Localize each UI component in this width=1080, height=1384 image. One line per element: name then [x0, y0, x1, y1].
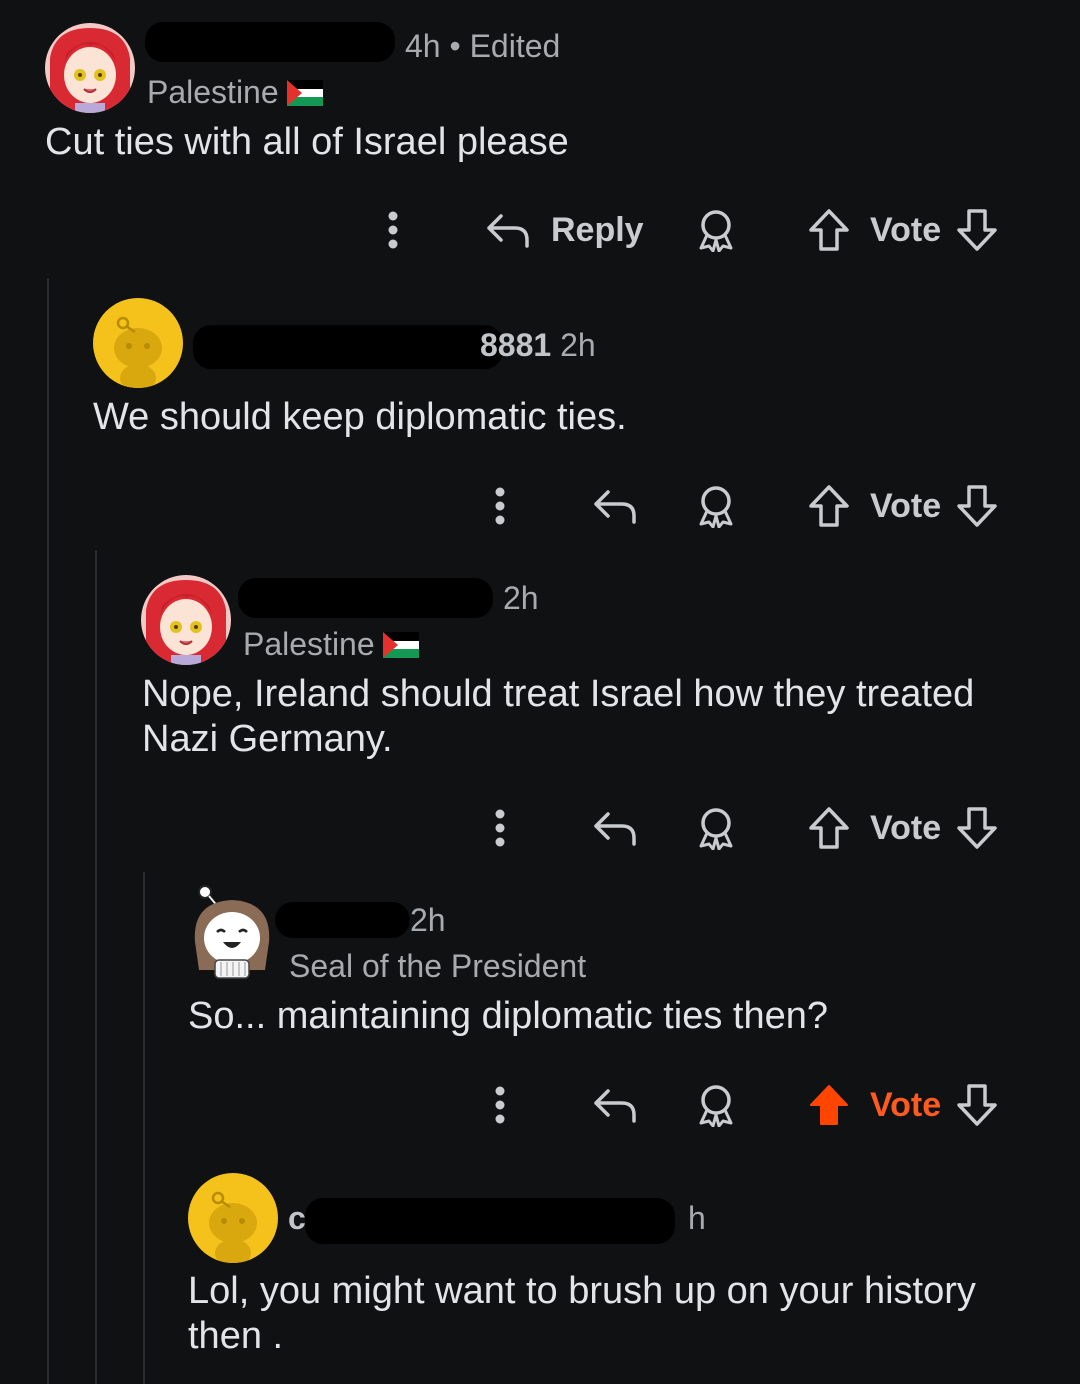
comment-body-line-1: Lol, you might want to brush up on your … — [188, 1270, 976, 1312]
comment-meta: 2h — [503, 580, 539, 617]
comment-actions: Reply Vote — [0, 200, 1080, 260]
reply-button[interactable] — [592, 798, 638, 858]
award-icon — [699, 486, 733, 528]
award-button[interactable] — [695, 798, 737, 858]
award-icon — [699, 808, 733, 850]
timestamp: 2h — [410, 902, 446, 938]
more-dots-icon — [495, 809, 505, 847]
user-flair: Seal of the President — [289, 948, 586, 985]
snoo-avatar[interactable] — [93, 298, 183, 388]
vote-label: Vote — [870, 210, 942, 249]
vote-label: Vote — [870, 1085, 942, 1124]
upvote-button[interactable] — [808, 476, 850, 536]
snoo-avatar[interactable] — [188, 1173, 278, 1263]
downvote-arrow-icon — [957, 807, 997, 849]
redacted-username — [145, 22, 395, 62]
edited-label: Edited — [469, 28, 561, 64]
award-button[interactable] — [695, 200, 737, 260]
anime-avatar[interactable] — [141, 575, 231, 665]
upvote-button[interactable] — [808, 200, 850, 260]
username-fragment[interactable]: c — [288, 1200, 306, 1236]
downvote-button[interactable] — [956, 1075, 998, 1135]
comment-body-line-1: Nope, Ireland should treat Israel how th… — [142, 673, 975, 715]
comment-meta: 2h — [410, 902, 446, 939]
comment-body: So... maintaining diplomatic ties then? — [188, 995, 829, 1037]
reply-arrow-icon — [487, 214, 529, 248]
timestamp: 2h — [560, 327, 596, 363]
user-flair: Palestine — [147, 74, 323, 111]
award-button[interactable] — [695, 476, 737, 536]
timestamp: 2h — [503, 580, 539, 616]
more-dots-icon — [495, 1086, 505, 1124]
downvote-arrow-icon — [957, 485, 997, 527]
flair-label: Seal of the President — [289, 948, 587, 984]
upvote-button[interactable] — [808, 798, 850, 858]
vote-count: Vote — [870, 476, 941, 536]
reply-button[interactable] — [592, 1075, 638, 1135]
flair-label: Palestine — [243, 626, 375, 662]
reply-label: Reply — [551, 210, 644, 249]
palestine-flag-icon — [382, 631, 419, 658]
redacted-username — [193, 325, 503, 369]
more-options-button[interactable] — [378, 200, 408, 260]
username-fragment[interactable]: 8881 — [480, 327, 551, 363]
comment-meta: c — [288, 1200, 306, 1237]
user-flair: Palestine — [243, 626, 419, 663]
comment-meta: 4h • Edited — [405, 28, 561, 64]
vote-label: Vote — [870, 486, 942, 525]
reply-arrow-icon — [594, 1089, 636, 1123]
timestamp: h — [688, 1200, 706, 1236]
snoo-custom-avatar[interactable] — [187, 882, 277, 979]
comment-actions: Vote — [0, 798, 1080, 858]
more-options-button[interactable] — [485, 798, 515, 858]
comment-body-line-2: then . — [188, 1315, 284, 1357]
flair-label: Palestine — [147, 74, 279, 110]
reply-button[interactable] — [592, 476, 638, 536]
comment-body-line-2: Nazi Germany. — [142, 718, 393, 760]
upvote-arrow-filled-icon — [810, 1085, 848, 1125]
upvote-arrow-icon — [809, 807, 849, 849]
comment-actions: Vote — [0, 1075, 1080, 1135]
comment-actions: Vote — [0, 476, 1080, 536]
downvote-button[interactable] — [956, 476, 998, 536]
vote-count: Vote — [870, 798, 941, 858]
downvote-arrow-icon — [957, 1084, 997, 1126]
upvote-button-active[interactable] — [808, 1075, 850, 1135]
palestine-flag-icon — [286, 79, 323, 106]
comment-meta-time: h — [688, 1200, 706, 1237]
comment-meta: 8881 2h — [480, 327, 596, 364]
redacted-username — [238, 578, 493, 618]
upvote-arrow-icon — [809, 209, 849, 251]
award-button[interactable] — [695, 1075, 737, 1135]
more-options-button[interactable] — [485, 476, 515, 536]
vote-count: Vote — [870, 200, 941, 260]
redacted-username — [305, 1198, 675, 1244]
vote-label: Vote — [870, 808, 942, 847]
downvote-button[interactable] — [956, 200, 998, 260]
award-icon — [699, 1085, 733, 1127]
comment-body: Nope, Ireland should treat Israel how th… — [142, 672, 974, 762]
comment-body: Cut ties with all of Israel please — [45, 121, 569, 163]
vote-count: Vote — [870, 1075, 941, 1135]
award-icon — [699, 210, 733, 252]
reply-arrow-icon — [594, 812, 636, 846]
comment-body: We should keep diplomatic ties. — [93, 396, 627, 438]
redacted-username — [275, 902, 410, 938]
more-dots-icon — [495, 487, 505, 525]
thread-line-2[interactable] — [95, 550, 97, 1384]
downvote-button[interactable] — [956, 798, 998, 858]
more-dots-icon — [388, 211, 398, 249]
comment-body: Lol, you might want to brush up on your … — [188, 1269, 976, 1359]
upvote-arrow-icon — [809, 485, 849, 527]
downvote-arrow-icon — [957, 209, 997, 251]
reply-button[interactable]: Reply — [485, 200, 644, 260]
timestamp: 4h — [405, 28, 441, 64]
more-options-button[interactable] — [485, 1075, 515, 1135]
anime-avatar[interactable] — [45, 23, 135, 113]
reply-arrow-icon — [594, 490, 636, 524]
